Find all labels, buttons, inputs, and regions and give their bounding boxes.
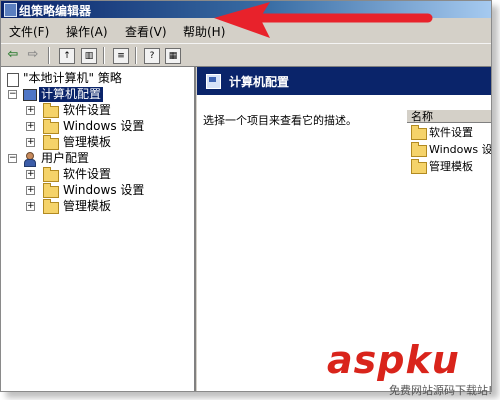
menu-file[interactable]: 文件(F) <box>9 23 49 40</box>
computer-config-icon <box>206 74 221 89</box>
expand-icon[interactable]: + <box>26 122 35 131</box>
tree-label: 软件设置 <box>63 103 112 117</box>
expand-icon[interactable]: + <box>26 186 35 195</box>
folder-icon <box>411 142 427 157</box>
collapse-icon[interactable]: − <box>8 154 17 163</box>
mmc-window: 组策略编辑器 文件(F) 操作(A) 查看(V) 帮助(H) ⇦ ⇨ ↑ ▥ ≡… <box>0 0 492 392</box>
back-arrow-icon[interactable]: ⇦ <box>5 47 21 63</box>
gpedit-app-icon <box>4 3 17 17</box>
menu-view[interactable]: 查看(V) <box>125 23 167 40</box>
description-text: 选择一个项目来查看它的描述。 <box>203 114 357 127</box>
column-header-name[interactable]: 名称 <box>407 109 491 123</box>
tree-label-user-config: 用户配置 <box>41 151 90 165</box>
tree-item-software-settings[interactable]: + 软件设置 <box>1 103 191 119</box>
watermark-brand: aspku <box>327 338 460 382</box>
folder-icon <box>411 125 427 140</box>
toolbar-separator <box>135 47 137 64</box>
tree-label: 管理模板 <box>63 199 112 213</box>
export-list-icon[interactable]: ≡ <box>113 48 129 64</box>
details-header: 计算机配置 <box>197 67 491 95</box>
list-item-label: 软件设置 <box>429 126 473 139</box>
tree-item-root[interactable]: "本地计算机" 策略 <box>1 71 191 87</box>
tree-root-label: "本地计算机" 策略 <box>23 71 122 85</box>
computer-icon <box>23 89 37 101</box>
toolbar-separator <box>103 47 105 64</box>
toolbar-separator <box>48 47 50 64</box>
tree-label: Windows 设置 <box>63 119 145 133</box>
tree-item-windows-settings[interactable]: + Windows 设置 <box>1 119 191 135</box>
expand-icon[interactable]: + <box>26 202 35 211</box>
tree-label: 管理模板 <box>63 135 112 149</box>
policy-document-icon <box>7 73 19 87</box>
expand-icon[interactable]: + <box>26 138 35 147</box>
tree-label-computer-config: 计算机配置 <box>39 87 104 102</box>
tree-label: Windows 设置 <box>63 183 145 197</box>
list-item-label: 管理模板 <box>429 160 473 173</box>
user-icon <box>23 152 36 167</box>
details-title: 计算机配置 <box>229 75 290 89</box>
forward-arrow-icon[interactable]: ⇨ <box>25 47 41 63</box>
tree-item-software-settings[interactable]: + 软件设置 <box>1 167 191 183</box>
folder-icon <box>43 167 59 182</box>
folder-icon <box>43 183 59 198</box>
tree-item-admin-templates[interactable]: + 管理模板 <box>1 199 191 215</box>
tree-label: 软件设置 <box>63 167 112 181</box>
watermark-subtitle: 免费网站源码下载站! <box>389 384 493 397</box>
toolbar: ⇦ ⇨ ↑ ▥ ≡ ? ▦ <box>1 44 491 67</box>
watermark: aspku 免费网站源码下载站! <box>327 338 492 397</box>
properties-icon[interactable]: ▦ <box>165 48 181 64</box>
items-list: 名称 软件设置 Windows 设 管理模板 <box>407 109 491 259</box>
expand-icon[interactable]: + <box>26 106 35 115</box>
list-item-label: Windows 设 <box>429 143 492 156</box>
tree-item-user-config[interactable]: − 用户配置 <box>1 151 191 167</box>
collapse-icon[interactable]: − <box>8 90 17 99</box>
folder-icon <box>43 135 59 150</box>
show-hide-tree-icon[interactable]: ▥ <box>81 48 97 64</box>
console-tree: "本地计算机" 策略 − 计算机配置 + 软件设置 + Windows 设置 +… <box>1 67 196 391</box>
help-icon[interactable]: ? <box>144 48 160 64</box>
tree-item-admin-templates[interactable]: + 管理模板 <box>1 135 191 151</box>
folder-icon <box>43 199 59 214</box>
tree-item-computer-config[interactable]: − 计算机配置 <box>1 87 191 103</box>
folder-icon <box>43 103 59 118</box>
tree-item-windows-settings[interactable]: + Windows 设置 <box>1 183 191 199</box>
expand-icon[interactable]: + <box>26 170 35 179</box>
up-folder-icon[interactable]: ↑ <box>59 48 75 64</box>
folder-icon <box>411 159 427 174</box>
annotation-arrow <box>214 2 433 38</box>
window-title: 组策略编辑器 <box>19 4 92 18</box>
menu-action[interactable]: 操作(A) <box>66 23 108 40</box>
folder-icon <box>43 119 59 134</box>
